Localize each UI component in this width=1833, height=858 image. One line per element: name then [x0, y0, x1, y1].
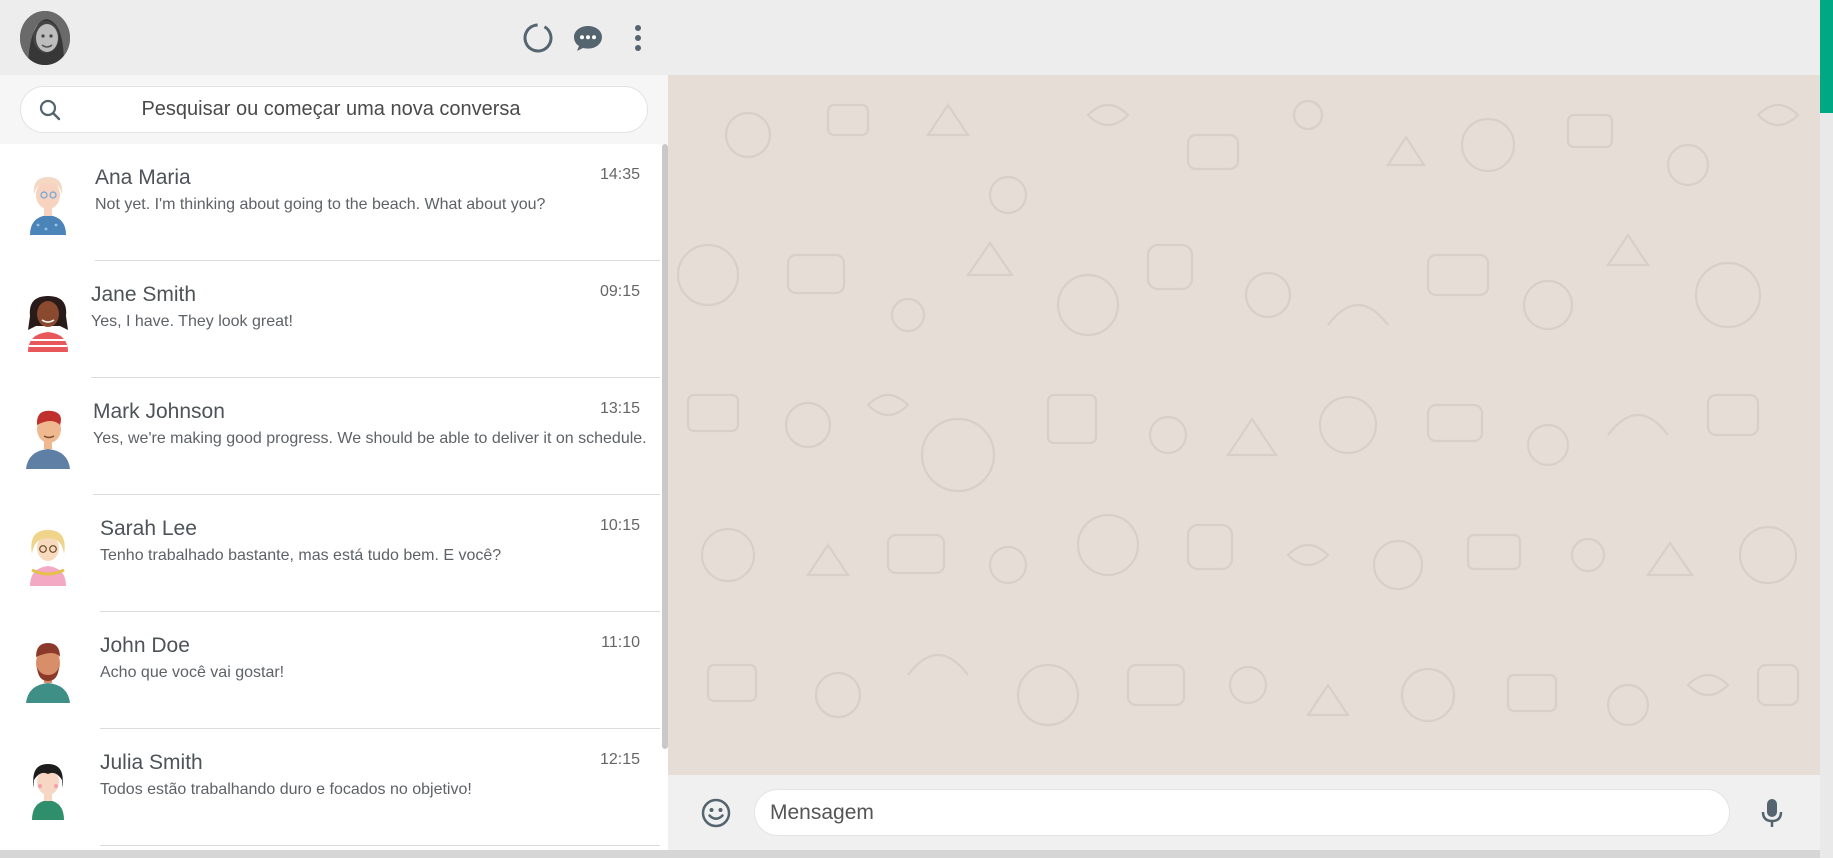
message-time: 11:10 [601, 634, 640, 651]
message-input[interactable] [770, 800, 1714, 825]
chat-item-jane-smith[interactable]: Jane Smith Yes, I have. They look great!… [0, 261, 668, 378]
microphone-icon [1761, 798, 1783, 827]
contact-name: Mark Johnson [93, 400, 225, 423]
contact-avatar [26, 410, 70, 469]
contact-name: Sarah Lee [100, 517, 197, 540]
menu-button[interactable] [618, 18, 658, 58]
whatsapp-app: Ana Maria Not yet. I'm thinking about go… [0, 0, 1820, 850]
mic-button[interactable] [1752, 793, 1792, 833]
conversation-panel [668, 0, 1820, 850]
conversation-header [668, 0, 1820, 75]
sidebar: Ana Maria Not yet. I'm thinking about go… [0, 0, 668, 850]
window-bottom-edge [0, 850, 1820, 858]
wallpaper-pattern [676, 99, 1800, 727]
emoji-icon [701, 798, 731, 827]
search-input[interactable] [61, 98, 629, 121]
contact-avatar [32, 764, 64, 820]
status-button[interactable] [518, 18, 558, 58]
chat-item-mark-johnson[interactable]: Mark Johnson Yes, we're making good prog… [0, 378, 668, 495]
chat-item-sarah-lee[interactable]: Sarah Lee Tenho trabalhado bastante, mas… [0, 495, 668, 612]
contact-name: Julia Smith [100, 751, 203, 774]
contact-avatar [26, 643, 70, 703]
contact-name: Ana Maria [95, 166, 191, 189]
status-ring-icon [523, 23, 553, 52]
message-time: 13:15 [599, 400, 640, 417]
chat-item-julia-smith[interactable]: Julia Smith Todos estão trabalhando duro… [0, 729, 668, 846]
search-bar [0, 75, 668, 144]
header-actions [508, 0, 658, 75]
sidebar-header [0, 0, 668, 75]
contact-avatar [30, 530, 66, 586]
contact-name: John Doe [100, 634, 190, 657]
chat-item-john-doe[interactable]: John Doe Acho que você vai gostar! 11:10 [0, 612, 668, 729]
message-time: 10:15 [599, 517, 640, 534]
message-time: 12:15 [599, 751, 640, 768]
user-avatar[interactable] [20, 10, 70, 65]
last-message: Acho que você vai gostar! [100, 664, 285, 681]
message-box[interactable] [754, 789, 1730, 836]
chat-list: Ana Maria Not yet. I'm thinking about go… [0, 144, 668, 850]
search-icon [39, 99, 61, 120]
emoji-button[interactable] [696, 793, 736, 833]
chat-bubble-icon [574, 25, 602, 51]
contact-name: Jane Smith [91, 283, 197, 306]
message-composer [668, 775, 1820, 850]
last-message: Yes, I have. They look great! [91, 313, 293, 330]
last-message: Yes, we're making good progress. We shou… [93, 430, 647, 447]
divider [100, 845, 660, 846]
last-message: Todos estão trabalhando duro e focados n… [100, 781, 472, 798]
contact-avatar [28, 296, 68, 352]
accent-bar [1820, 0, 1833, 113]
more-vertical-icon [635, 24, 641, 51]
last-message: Not yet. I'm thinking about going to the… [95, 196, 546, 213]
new-chat-button[interactable] [568, 18, 608, 58]
search-box[interactable] [20, 86, 648, 133]
contact-avatar [30, 177, 66, 235]
window-edge [1820, 113, 1833, 858]
message-time: 14:35 [599, 166, 640, 183]
message-time: 09:15 [599, 283, 640, 300]
chat-item-ana-maria[interactable]: Ana Maria Not yet. I'm thinking about go… [0, 144, 668, 261]
last-message: Tenho trabalhado bastante, mas está tudo… [100, 547, 502, 564]
